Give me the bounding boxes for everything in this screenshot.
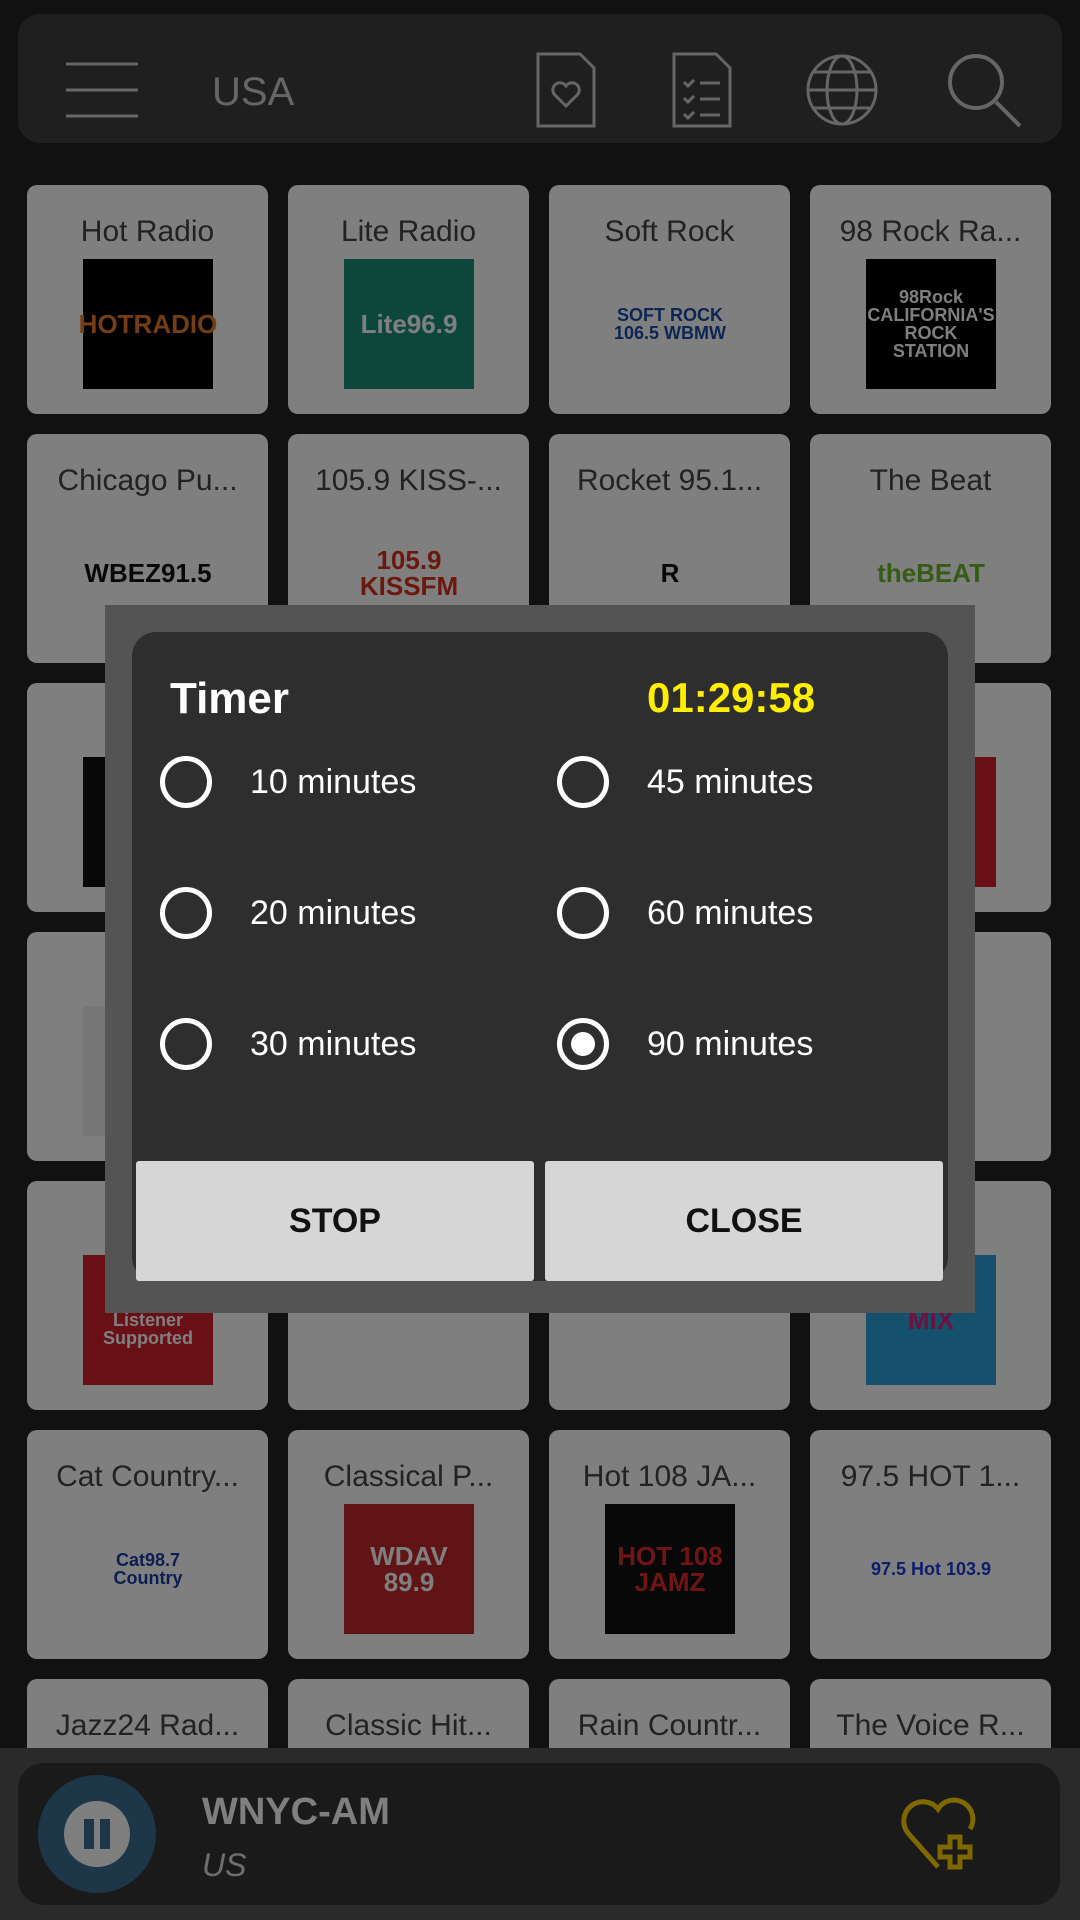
close-button[interactable]: CLOSE [545,1161,943,1281]
radio-unchecked-icon[interactable] [557,887,609,939]
timer-option[interactable]: 60 minutes [557,883,813,943]
stop-button[interactable]: STOP [136,1161,534,1281]
timer-option-label: 20 minutes [250,893,417,932]
timer-option-label: 45 minutes [647,762,814,801]
timer-dialog: Timer 01:29:58 10 minutes 45 minutes 20 mi… [105,605,975,1313]
timer-option-label: 10 minutes [250,762,417,801]
dialog-title: Timer [170,674,290,723]
radio-unchecked-icon[interactable] [160,1018,212,1070]
timer-option[interactable]: 20 minutes [160,883,416,943]
timer-remaining: 01:29:58 [647,674,816,721]
radio-unchecked-icon[interactable] [160,756,212,808]
timer-option[interactable]: 30 minutes [160,1014,416,1074]
timer-option[interactable]: 10 minutes [160,752,416,812]
timer-option-label: 30 minutes [250,1024,417,1063]
timer-option-label: 60 minutes [647,893,814,932]
timer-option-label: 90 minutes [647,1024,814,1063]
radio-unchecked-icon[interactable] [160,887,212,939]
timer-option[interactable]: 90 minutes [557,1014,813,1074]
timer-option[interactable]: 45 minutes [557,752,813,812]
radio-unchecked-icon[interactable] [557,756,609,808]
radio-checked-icon[interactable] [557,1018,609,1070]
